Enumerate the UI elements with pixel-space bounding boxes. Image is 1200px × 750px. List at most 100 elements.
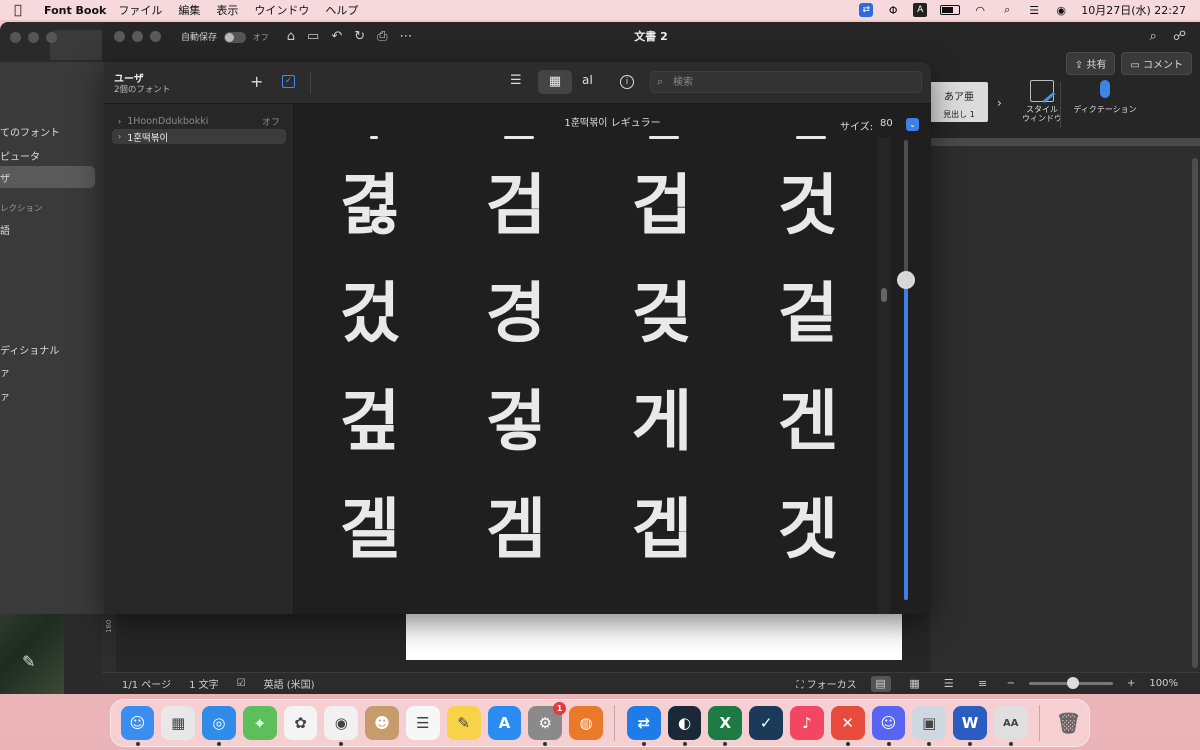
autosave-control[interactable]: 自動保存 オフ xyxy=(181,30,269,43)
validate-font-button[interactable]: ✓ xyxy=(282,75,295,88)
zoom-slider[interactable] xyxy=(1029,677,1114,689)
glyph-cell[interactable]: 겋 xyxy=(456,382,576,462)
search-input[interactable] xyxy=(673,74,913,91)
glyph-cell[interactable]: 겷 xyxy=(310,166,430,246)
dock-finder-icon[interactable]: ☺ xyxy=(120,706,155,746)
word-close-button[interactable] xyxy=(114,30,125,42)
dock-preview-icon[interactable]: ▣ xyxy=(912,706,947,746)
document-canvas[interactable] xyxy=(930,146,1200,672)
glyph-cell[interactable]: 겆 xyxy=(602,274,722,354)
sample-text-button[interactable]: aI xyxy=(582,73,593,87)
page-count[interactable]: 1/1 ページ xyxy=(122,676,171,691)
outline-view-icon[interactable]: ☰ xyxy=(939,676,959,692)
font-row-1hoon-tteokbokki[interactable]: › 1훈떡볶이 xyxy=(112,129,286,144)
siri-icon[interactable]: ◉ xyxy=(1054,3,1068,17)
language-status[interactable]: 英語 (米国) xyxy=(264,676,315,691)
size-slider-knob[interactable] xyxy=(897,271,915,289)
glyph-cell[interactable]: 경 xyxy=(456,274,576,354)
grid-view-button[interactable]: ▦ xyxy=(538,70,572,94)
wifi-icon[interactable]: ◠ xyxy=(973,3,987,17)
font-row-1hoonddukbokki[interactable]: › 1HoonDdukbokki オフ xyxy=(112,114,286,129)
app-name-menu[interactable]: Font Book xyxy=(44,4,106,17)
dock-launchpad-icon[interactable]: ▦ xyxy=(161,706,196,740)
dock-system-preferences-icon[interactable]: ⚙ 1 xyxy=(528,702,567,746)
dictation-button[interactable]: ディクテーション xyxy=(1070,80,1140,115)
sidebar-item-all-fonts[interactable]: てのフォント xyxy=(0,124,60,139)
glyph-cell[interactable]: 겐 xyxy=(748,382,868,462)
dock-safari-icon[interactable]: ◎ xyxy=(202,706,236,746)
size-slider[interactable] xyxy=(897,140,915,600)
sidebar-item-traditional[interactable]: ディショナル xyxy=(0,342,59,357)
dock-reminders-icon[interactable]: ☰ xyxy=(405,706,440,740)
glyph-cell[interactable]: 겟 xyxy=(748,490,868,570)
glyph-cell[interactable]: 겉 xyxy=(748,274,868,354)
dock-notes-icon[interactable]: ✎ xyxy=(446,706,481,740)
dock-trash-icon[interactable]: 🗑 xyxy=(1052,706,1086,740)
dock-blender-icon[interactable]: ◍ xyxy=(569,706,603,740)
zoom-out-button[interactable]: − xyxy=(1007,678,1015,689)
dock-feather-app-icon[interactable]: ✓ xyxy=(749,706,783,740)
size-dropdown-button[interactable]: ⌄ xyxy=(906,118,919,131)
glyph-cell[interactable]: 게 xyxy=(602,382,722,462)
dock-word-icon[interactable]: W xyxy=(953,706,987,746)
style-window-button[interactable]: スタイル ウィンドウ xyxy=(1014,80,1070,123)
menu-view[interactable]: 表示 xyxy=(216,2,238,18)
dock-steam-icon[interactable]: ◐ xyxy=(667,706,702,746)
sidebar-item-computer[interactable]: ピュータ xyxy=(0,148,40,163)
sidebar-item-collection-b[interactable]: ァ xyxy=(0,388,10,403)
undo-icon[interactable]: ↶ xyxy=(331,29,342,44)
dock-app-store-icon[interactable]: A xyxy=(487,706,522,740)
draft-view-icon[interactable]: ≡ xyxy=(973,676,993,692)
word-share-profile-icon[interactable]: ☍ xyxy=(1173,29,1186,44)
dock-maps-icon[interactable]: ⌖ xyxy=(242,706,277,740)
size-value[interactable]: 80 xyxy=(880,118,893,129)
menu-edit[interactable]: 編集 xyxy=(178,2,200,18)
spotlight-icon[interactable]: ⌕ xyxy=(1000,3,1014,17)
word-search-icon[interactable]: ⌕ xyxy=(1150,29,1157,44)
disclosure-chevron-icon[interactable]: › xyxy=(118,117,121,126)
glyph-cell[interactable]: 검 xyxy=(456,166,576,246)
focus-button[interactable]: ⛶ フォーカス xyxy=(796,676,856,691)
dock-font-book-icon[interactable]: AA xyxy=(993,706,1028,746)
dock-x-app-icon[interactable]: ✕ xyxy=(830,706,865,746)
web-layout-icon[interactable]: ▦ xyxy=(905,676,925,692)
pencil-icon[interactable]: ✎ xyxy=(22,652,35,671)
menu-help[interactable]: ヘルプ xyxy=(325,2,358,18)
word-zoom-button[interactable] xyxy=(150,30,161,42)
dock-chrome-icon[interactable]: ◉ xyxy=(324,706,359,746)
glyph-cell[interactable]: 겁 xyxy=(602,166,722,246)
sidebar-item-user[interactable]: ザ xyxy=(0,166,95,188)
glyph-cell[interactable]: 겄 xyxy=(310,274,430,354)
phi-status-icon[interactable]: Φ xyxy=(886,3,900,17)
comment-button[interactable]: ▭ コメント xyxy=(1121,52,1192,75)
save-icon[interactable]: ▭ xyxy=(307,29,319,44)
preview-scrollbar-thumb[interactable] xyxy=(881,288,887,302)
glyph-cell[interactable]: 것 xyxy=(748,166,868,246)
input-source-icon[interactable]: A xyxy=(913,3,928,17)
share-button[interactable]: ⇪ 共有 xyxy=(1065,52,1116,75)
dock-photos-icon[interactable]: ✿ xyxy=(283,706,318,740)
document-page[interactable] xyxy=(406,612,902,660)
dock-music-icon[interactable]: ♪ xyxy=(790,706,824,740)
word-count[interactable]: 1 文字 xyxy=(189,676,219,691)
menu-file[interactable]: ファイル xyxy=(118,2,162,18)
preview-scrollbar[interactable] xyxy=(878,138,890,614)
proofing-icon[interactable]: ☑ xyxy=(237,678,246,689)
disclosure-chevron-icon[interactable]: › xyxy=(118,132,121,141)
home-icon[interactable]: ⌂ xyxy=(287,29,295,44)
dock-contacts-icon[interactable]: ☻ xyxy=(365,706,399,740)
search-field[interactable]: ⌕ xyxy=(650,71,922,93)
zoom-level[interactable]: 100% xyxy=(1149,678,1178,689)
more-icon[interactable]: ⋯ xyxy=(400,29,413,44)
print-layout-icon[interactable]: ▤ xyxy=(870,675,891,692)
apple-icon[interactable]:  xyxy=(14,3,34,18)
autosave-toggle[interactable] xyxy=(223,31,246,43)
glyph-cell[interactable]: 겜 xyxy=(456,490,576,570)
zoom-in-button[interactable]: + xyxy=(1127,678,1135,689)
add-font-button[interactable]: + xyxy=(250,72,263,91)
sidebar-item-language[interactable]: 語 xyxy=(0,222,10,237)
sidebar-item-collection-a[interactable]: ァ xyxy=(0,364,10,379)
info-button[interactable]: i xyxy=(620,75,634,89)
teamviewer-status-icon[interactable]: ⇄ xyxy=(859,3,874,17)
dock-discord-icon[interactable]: ☺ xyxy=(871,706,906,746)
